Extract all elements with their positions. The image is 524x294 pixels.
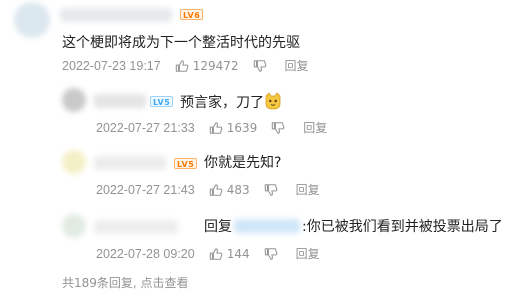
comment-meta: 2022-07-27 21:33 1639 回复	[96, 120, 327, 136]
username[interactable]	[60, 8, 172, 22]
reply-button[interactable]: 回复	[285, 58, 309, 74]
reply-button[interactable]: 回复	[296, 246, 320, 262]
comment-top: LV6 这个梗即将成为下一个整活时代的先驱 2022-07-23 19:17 1…	[0, 0, 524, 84]
username[interactable]	[94, 94, 146, 108]
comment-meta: 2022-07-23 19:17 129472 回复	[62, 58, 309, 74]
comment-text: :你已被我们看到并被投票出局了	[302, 219, 503, 235]
level-badge: LV5	[150, 96, 174, 107]
like-count: 144	[226, 247, 250, 261]
thumb-down-icon	[272, 122, 285, 134]
like-button[interactable]: 144	[209, 246, 250, 262]
dislike-button[interactable]	[264, 247, 282, 261]
reply-item: LV5 你就是先知? 2022-07-27 21:43 483 回复	[0, 146, 524, 206]
mentioned-user[interactable]	[234, 219, 300, 233]
thumb-up-icon	[209, 184, 223, 196]
dislike-button[interactable]	[271, 121, 289, 135]
comment-time: 2022-07-27 21:43	[96, 183, 195, 197]
dislike-button[interactable]	[264, 183, 282, 197]
avatar[interactable]	[62, 150, 86, 174]
comment-meta: 2022-07-27 21:43 483 回复	[96, 182, 320, 198]
like-button[interactable]: 1639	[209, 120, 258, 136]
username[interactable]	[94, 156, 166, 170]
comment-time: 2022-07-28 09:20	[96, 247, 195, 261]
view-more-replies-link[interactable]: 共189条回复, 点击查看	[62, 274, 189, 291]
reply-prefix: 回复	[204, 219, 232, 235]
reply-button[interactable]: 回复	[296, 182, 320, 198]
username[interactable]	[94, 220, 178, 234]
thumb-down-icon	[264, 184, 277, 196]
thumb-down-icon	[264, 248, 277, 260]
avatar[interactable]	[62, 214, 86, 238]
comment-time: 2022-07-23 19:17	[62, 59, 161, 73]
like-button[interactable]: 483	[209, 182, 250, 198]
thumb-up-icon	[175, 60, 189, 72]
like-count: 129472	[192, 59, 239, 73]
cat-face-icon	[265, 92, 281, 110]
like-button[interactable]: 129472	[175, 58, 239, 74]
comment-text: 预言家，刀了	[180, 95, 264, 111]
comment-text: 这个梗即将成为下一个整活时代的先驱	[62, 35, 300, 51]
comment-meta: 2022-07-28 09:20 144 回复	[96, 246, 320, 262]
like-count: 1639	[226, 121, 258, 135]
reply-item: LV5 预言家，刀了 2022-07-27 21:33 1639 回复	[0, 84, 524, 144]
avatar[interactable]	[62, 88, 86, 112]
level-badge: LV6	[180, 9, 204, 20]
reply-text-line: 预言家，刀了	[180, 92, 282, 112]
thumb-down-icon	[253, 60, 266, 72]
dislike-button[interactable]	[253, 59, 271, 73]
reply-item: 回复 :你已被我们看到并被投票出局了 2022-07-28 09:20 144 回…	[0, 210, 524, 270]
thumb-up-icon	[209, 122, 223, 134]
avatar[interactable]	[14, 2, 50, 38]
level-badge: LV5	[174, 158, 198, 169]
reply-button[interactable]: 回复	[303, 120, 327, 136]
reply-text-line: 回复 :你已被我们看到并被投票出局了	[204, 218, 503, 236]
comment-time: 2022-07-27 21:33	[96, 121, 195, 135]
like-count: 483	[226, 183, 250, 197]
thumb-up-icon	[209, 248, 223, 260]
comment-text: 你就是先知?	[204, 155, 282, 171]
